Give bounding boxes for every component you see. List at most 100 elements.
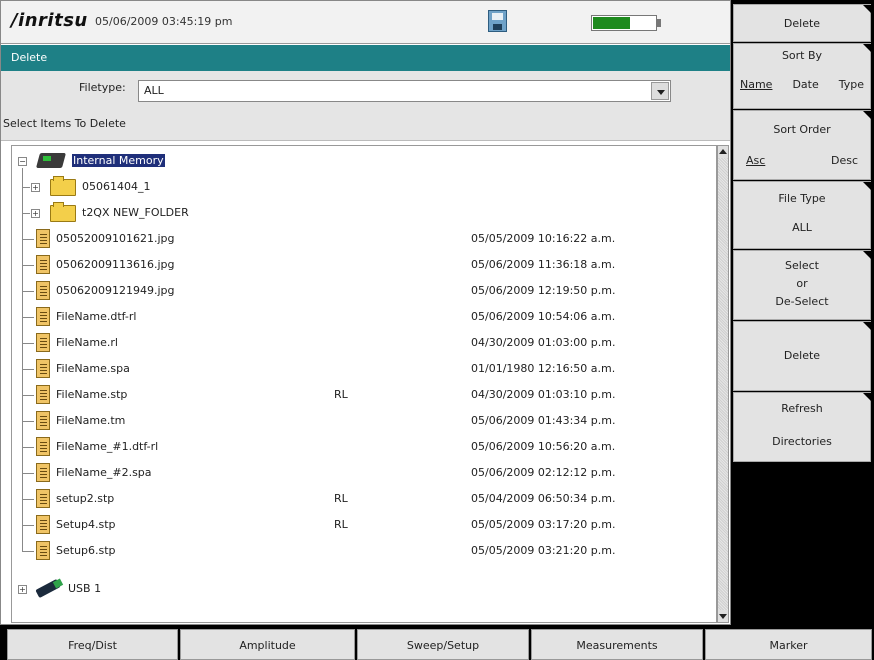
delete-panel-header: Delete — [1, 45, 730, 71]
filetype-row: Filetype: ALL — [1, 71, 730, 111]
usb-label[interactable]: USB 1 — [68, 582, 101, 595]
usb-row[interactable]: + USB 1 — [12, 578, 712, 600]
folder-row[interactable]: + t2QX NEW_FOLDER — [12, 198, 712, 224]
anritsu-logo: /inritsu — [11, 10, 88, 31]
folder-row[interactable]: + 05061404_1 — [12, 168, 712, 198]
select-items-row: Select Items To Delete — [1, 111, 730, 141]
datetime-display: 05/06/2009 03:45:19 pm — [95, 15, 233, 28]
file-date: 05/06/2009 01:43:34 p.m. — [471, 414, 616, 427]
file-row[interactable]: FileName.rl 04/30/2009 01:03:00 p.m. — [12, 328, 712, 354]
filetype-label: Filetype: — [79, 81, 126, 94]
file-type-value: ALL — [792, 221, 812, 234]
file-date: 05/06/2009 12:19:50 p.m. — [471, 284, 616, 297]
file-name[interactable]: FileName_#1.dtf-rl — [56, 440, 158, 453]
softkey-delete-title: Delete — [733, 4, 871, 42]
softkey-file-type[interactable]: File Type ALL — [733, 181, 871, 249]
file-name[interactable]: FileName.tm — [56, 414, 125, 427]
filetype-value: ALL — [144, 84, 164, 97]
bottom-key-marker[interactable]: Marker — [705, 629, 872, 660]
bottom-key-freq-dist[interactable]: Freq/Dist — [7, 629, 178, 660]
collapse-icon[interactable]: − — [18, 157, 27, 166]
file-name[interactable]: Setup4.stp — [56, 518, 116, 531]
file-name[interactable]: 05062009113616.jpg — [56, 258, 175, 271]
file-row[interactable]: FileName.dtf-rl 05/06/2009 10:54:06 a.m. — [12, 302, 712, 328]
tree-root-row[interactable]: − Internal Memory — [12, 150, 712, 172]
sort-by-name: Name — [740, 78, 773, 91]
select-line3: De-Select — [775, 295, 829, 308]
internal-memory-label[interactable]: Internal Memory — [72, 154, 165, 167]
file-tree[interactable]: − Internal Memory + 05061404_1 + t2QX NE… — [11, 145, 717, 623]
status-bar: /inritsu 05/06/2009 03:45:19 pm — [1, 1, 730, 44]
usb-drive-icon — [35, 578, 64, 599]
delete-label: Delete — [783, 349, 821, 362]
folder-icon — [50, 202, 76, 222]
battery-level-fill — [593, 17, 630, 29]
expand-icon[interactable]: + — [31, 183, 40, 192]
file-date: 05/06/2009 11:36:18 a.m. — [471, 258, 616, 271]
folder-name[interactable]: t2QX NEW_FOLDER — [82, 206, 189, 219]
scroll-down-icon[interactable] — [718, 610, 728, 622]
scroll-up-icon[interactable] — [718, 146, 728, 158]
expand-icon[interactable]: + — [18, 585, 27, 594]
file-date: 05/04/2009 06:50:34 p.m. — [471, 492, 616, 505]
file-icon — [36, 229, 50, 248]
file-name[interactable]: FileName_#2.spa — [56, 466, 152, 479]
file-type: RL — [334, 388, 348, 401]
file-name[interactable]: 05052009101621.jpg — [56, 232, 175, 245]
file-name[interactable]: FileName.dtf-rl — [56, 310, 136, 323]
file-row[interactable]: FileName_#1.dtf-rl 05/06/2009 10:56:20 a.… — [12, 432, 712, 458]
file-icon — [36, 437, 50, 456]
file-row[interactable]: setup2.stp RL 05/04/2009 06:50:34 p.m. — [12, 484, 712, 510]
file-row[interactable]: Setup6.stp 05/05/2009 03:21:20 p.m. — [12, 536, 712, 562]
sort-order-label: Sort Order — [773, 123, 831, 136]
softkey-delete[interactable]: Delete — [733, 321, 871, 391]
battery-tip — [657, 19, 661, 27]
softkey-refresh-directories[interactable]: Refresh Directories — [733, 392, 871, 462]
bottom-key-sweep-setup[interactable]: Sweep/Setup — [357, 629, 529, 660]
tree-scrollbar[interactable] — [717, 145, 729, 623]
file-name[interactable]: 05062009121949.jpg — [56, 284, 175, 297]
file-icon — [36, 333, 50, 352]
file-icon — [36, 515, 50, 534]
file-icon — [36, 541, 50, 560]
file-row[interactable]: 05062009121949.jpg 05/06/2009 12:19:50 p.… — [12, 276, 712, 302]
file-name[interactable]: setup2.stp — [56, 492, 114, 505]
sort-by-type: Type — [838, 78, 864, 91]
file-row[interactable]: FileName.spa 01/01/1980 12:16:50 a.m. — [12, 354, 712, 380]
file-date: 04/30/2009 01:03:10 p.m. — [471, 388, 616, 401]
file-icon — [36, 385, 50, 404]
file-row[interactable]: FileName.tm 05/06/2009 01:43:34 p.m. — [12, 406, 712, 432]
file-name[interactable]: Setup6.stp — [56, 544, 116, 557]
file-icon — [36, 411, 50, 430]
internal-memory-icon — [35, 150, 68, 170]
file-type-label: File Type — [778, 192, 826, 205]
file-type: RL — [334, 492, 348, 505]
file-row[interactable]: 05052009101621.jpg 05/05/2009 10:16:22 a.… — [12, 224, 712, 250]
file-name[interactable]: FileName.spa — [56, 362, 130, 375]
file-icon — [36, 281, 50, 300]
file-date: 04/30/2009 01:03:00 p.m. — [471, 336, 616, 349]
file-name[interactable]: FileName.rl — [56, 336, 118, 349]
file-name[interactable]: FileName.stp — [56, 388, 127, 401]
file-row[interactable]: Setup4.stp RL 05/05/2009 03:17:20 p.m. — [12, 510, 712, 536]
file-row[interactable]: FileName_#2.spa 05/06/2009 02:12:12 p.m. — [12, 458, 712, 484]
select-line1: Select — [785, 259, 819, 272]
save-disk-icon[interactable] — [488, 10, 507, 32]
folder-name[interactable]: 05061404_1 — [82, 180, 151, 193]
softkey-panel: Delete Sort By Name Date Type Sort Order… — [731, 0, 874, 625]
sort-by-date: Date — [792, 78, 819, 91]
softkey-sort-order[interactable]: Sort Order Asc Desc — [733, 110, 871, 180]
bottom-key-measurements[interactable]: Measurements — [531, 629, 703, 660]
chevron-down-icon[interactable] — [651, 82, 669, 100]
bottom-key-amplitude[interactable]: Amplitude — [180, 629, 355, 660]
expand-icon[interactable]: + — [31, 209, 40, 218]
sort-by-label: Sort By — [781, 49, 823, 62]
file-row[interactable]: 05062009113616.jpg 05/06/2009 11:36:18 a.… — [12, 250, 712, 276]
file-row[interactable]: FileName.stp RL 04/30/2009 01:03:10 p.m. — [12, 380, 712, 406]
file-icon — [36, 359, 50, 378]
file-date: 05/06/2009 10:54:06 a.m. — [471, 310, 616, 323]
filetype-dropdown[interactable]: ALL — [138, 80, 671, 102]
file-icon — [36, 255, 50, 274]
softkey-select-deselect[interactable]: Select or De-Select — [733, 250, 871, 320]
softkey-sort-by[interactable]: Sort By Name Date Type — [733, 43, 871, 109]
